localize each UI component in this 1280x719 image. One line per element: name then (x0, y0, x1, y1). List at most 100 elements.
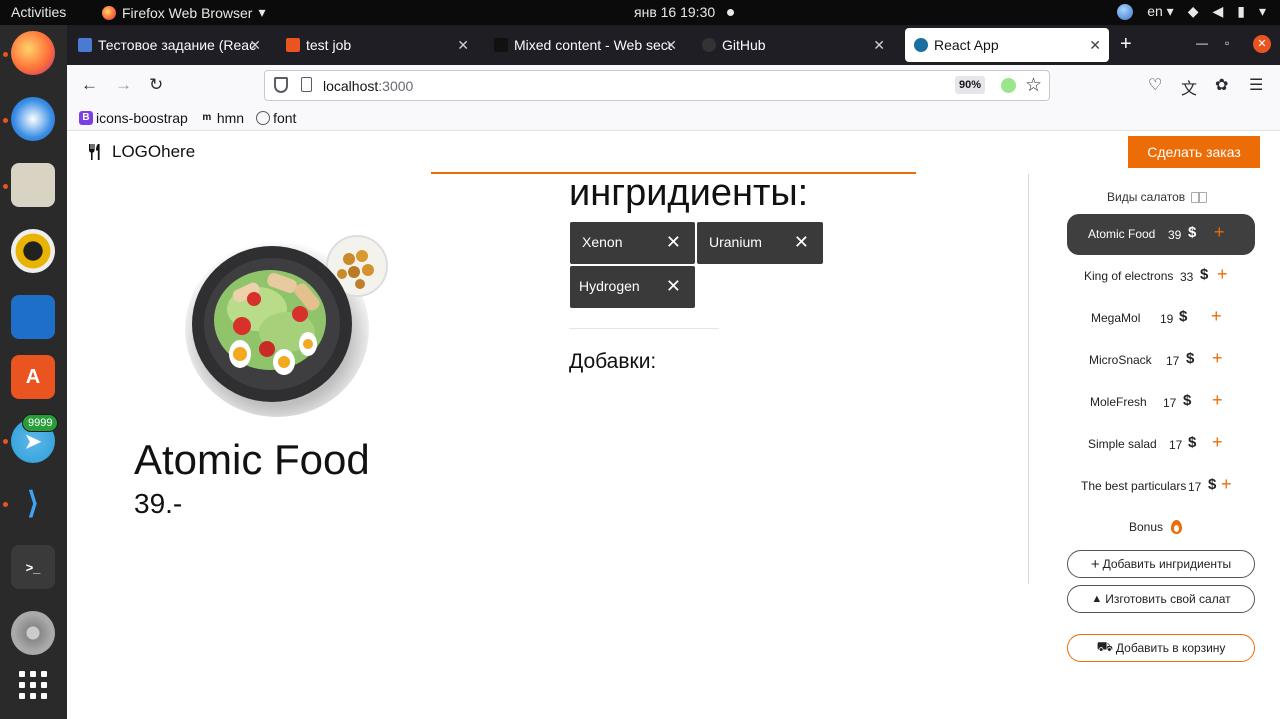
extension-icon[interactable] (1001, 78, 1016, 93)
bookmark-icons-bootstrap[interactable]: B icons-boostrap (79, 110, 188, 126)
show-applications-icon[interactable] (19, 671, 47, 699)
close-window-button[interactable]: ✕ (1253, 35, 1271, 53)
addons-heading: Добавки: (569, 350, 657, 373)
maximize-button[interactable]: ▫ (1225, 36, 1229, 50)
chip-label: Hydrogen (579, 278, 640, 294)
bookmark-label: hmn (216, 109, 245, 126)
bookmark-hmn[interactable]: m hmn (200, 110, 244, 126)
firefox-dock-icon[interactable] (11, 31, 55, 75)
tab-title: Mixed content - Web secu (514, 37, 672, 53)
rhythmbox-dock-icon[interactable] (11, 229, 55, 273)
wifi-icon: ◆ (1187, 3, 1199, 19)
close-icon[interactable]: ✕ (794, 232, 809, 253)
notification-dot-icon (727, 9, 734, 16)
salad-item-king-of-electrons[interactable]: King of electrons 33 $ + (1067, 256, 1255, 297)
page-info-icon[interactable] (301, 77, 312, 92)
bonus-item[interactable]: Bonus (1129, 520, 1183, 534)
salad-price: 19 (1160, 312, 1174, 326)
paw-icon[interactable]: ✿ (1215, 75, 1228, 95)
tab-strip: Тестовое задание (React ✕ test job ✕ Mix… (67, 25, 1280, 65)
dollar-icon: $ (1179, 308, 1188, 325)
writer-dock-icon[interactable] (11, 295, 55, 339)
files-dock-icon[interactable] (11, 163, 55, 207)
plus-icon[interactable]: + (1211, 306, 1222, 327)
app-menu[interactable]: Firefox Web Browser ▾ (102, 4, 265, 21)
url-text[interactable]: localhost:3000 (323, 78, 413, 94)
tab-github[interactable]: GitHub ✕ (693, 28, 893, 62)
disc-dock-icon[interactable] (11, 611, 55, 655)
chip-label: Xenon (582, 234, 623, 250)
bookmarks-toolbar: B icons-boostrap m hmn font (67, 105, 1280, 131)
volume-icon: ◀ (1212, 3, 1224, 19)
plus-icon[interactable]: + (1212, 390, 1223, 411)
dollar-icon: $ (1183, 392, 1192, 409)
ingredient-chip: Hydrogen ✕ (570, 266, 695, 308)
salad-item-the-best-particulars[interactable]: The best particulars 17 $ + (1067, 466, 1255, 507)
language-indicator[interactable]: en ▾ (1147, 3, 1174, 20)
salad-item-molefresh[interactable]: MoleFresh 17 $ + (1067, 382, 1255, 423)
thunderbird-dock-icon[interactable] (11, 97, 55, 141)
bookmark-label: icons-boostrap (96, 109, 188, 126)
salad-item-microsnack[interactable]: MicroSnack 17 $ + (1067, 340, 1255, 381)
react-icon (914, 38, 928, 52)
close-icon[interactable]: ✕ (457, 37, 469, 54)
running-indicator (3, 439, 8, 444)
close-icon[interactable]: ✕ (666, 232, 681, 253)
vscode-dock-icon[interactable]: ⟩ (11, 481, 55, 525)
add-to-cart-button[interactable]: ⛟ Добавить в корзину (1067, 634, 1255, 662)
salad-item-simple-salad[interactable]: Simple salad 17 $ + (1067, 424, 1255, 465)
plus-icon[interactable]: + (1221, 474, 1232, 495)
url-port: :3000 (378, 78, 414, 94)
close-icon[interactable]: ✕ (873, 37, 885, 54)
tab-test-job[interactable]: test job ✕ (277, 28, 477, 62)
salad-name: Atomic Food (1088, 227, 1156, 241)
tab-title: GitHub (722, 37, 766, 53)
make-salad-button[interactable]: ▲ Изготовить свой салат (1067, 585, 1255, 613)
url-bar[interactable]: localhost:3000 90% ☆ (264, 70, 1050, 101)
back-button[interactable]: ← (81, 75, 98, 95)
add-ingredients-button[interactable]: + Добавить ингридиенты (1067, 550, 1255, 578)
terminal-dock-icon[interactable]: >_ (11, 545, 55, 589)
plus-icon[interactable]: + (1212, 348, 1223, 369)
chevron-down-icon: ▾ (258, 4, 266, 20)
bookmark-label: font (273, 109, 297, 126)
tab-mixed-content[interactable]: Mixed content - Web secu ✕ (485, 28, 685, 62)
activities-button[interactable]: Activities (11, 4, 66, 20)
plus-icon[interactable]: + (1214, 222, 1225, 243)
forward-button[interactable]: → (115, 75, 132, 95)
clock[interactable]: янв 16 19:30 (634, 4, 715, 20)
zoom-indicator[interactable]: 90% (955, 76, 986, 94)
close-icon[interactable]: ✕ (665, 37, 677, 54)
reload-button[interactable]: ↻ (149, 75, 163, 95)
tab-react-app[interactable]: React App ✕ (905, 28, 1109, 62)
plus-icon[interactable]: + (1212, 432, 1223, 453)
book-icon (1191, 191, 1208, 203)
new-tab-button[interactable]: + (1120, 33, 1132, 56)
navigation-toolbar: ← → ↻ localhost:3000 90% ☆ ♡ 文 ✿ ☰ (67, 65, 1280, 105)
close-icon[interactable]: ✕ (1089, 37, 1101, 54)
logo[interactable]: LOGOhere (86, 142, 195, 162)
order-button[interactable]: Сделать заказ (1128, 136, 1260, 168)
salad-item-atomic-food[interactable]: Atomic Food 39 $ + (1067, 214, 1255, 255)
translate-icon[interactable]: 文 (1181, 75, 1197, 99)
tracking-shield-icon[interactable] (274, 77, 288, 93)
menu-icon[interactable]: ☰ (1249, 75, 1263, 95)
close-icon[interactable]: ✕ (249, 37, 261, 54)
salad-item-megamol[interactable]: MegaMol 19 $ + (1067, 298, 1255, 339)
minimize-button[interactable]: — (1196, 36, 1208, 50)
plus-icon[interactable]: + (1217, 264, 1228, 285)
salad-price: 17 (1163, 396, 1177, 410)
pocket-icon[interactable]: ♡ (1148, 75, 1162, 95)
cart-icon: ⛟ (1096, 639, 1113, 654)
software-dock-icon[interactable]: A (11, 355, 55, 399)
bookmark-star-icon[interactable]: ☆ (1025, 74, 1042, 97)
salad-name: MicroSnack (1089, 353, 1152, 367)
close-icon[interactable]: ✕ (666, 276, 681, 297)
system-tray[interactable]: en ▾ ◆ ◀ ▮ ▾ (1117, 3, 1266, 20)
button-label: Добавить в корзину (1115, 641, 1226, 655)
running-indicator (3, 184, 8, 189)
tab-test-task[interactable]: Тестовое задание (React ✕ (69, 28, 269, 62)
hmn-icon: m (202, 111, 212, 123)
dish-price: 39.- (134, 488, 183, 519)
bookmark-font[interactable]: font (256, 110, 296, 126)
